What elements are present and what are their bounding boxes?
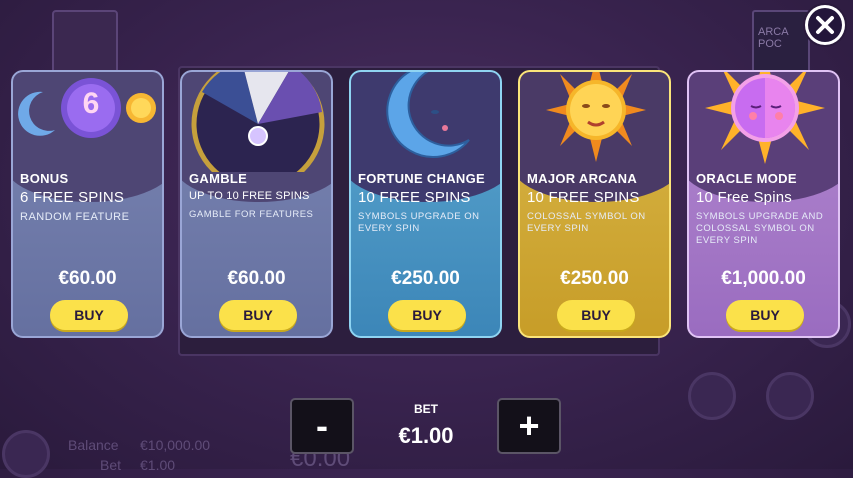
background-bet-label: Bet (100, 457, 122, 473)
decrease-bet-button[interactable]: - (290, 398, 354, 454)
background-house-icon (52, 10, 118, 76)
fortune-change-title: FORTUNE CHANGE (358, 171, 485, 186)
major-arcana-spins: 10 FREE SPINS (527, 189, 640, 206)
bonus-number-token: 6 (82, 87, 100, 120)
gamble-description: GAMBLE FOR FEATURES (189, 209, 314, 220)
background-autoplay-icon (766, 372, 814, 420)
bonus-price: €60.00 (58, 268, 117, 289)
bet-label: BET (414, 402, 438, 416)
background-balance-label: Balance (68, 437, 119, 453)
close-button[interactable] (805, 5, 845, 45)
background-lightning-icon (688, 372, 736, 420)
fortune-change-card: FORTUNE CHANGE 10 FREE SPINS SYMBOLS UPG… (349, 70, 502, 338)
fortune-change-spins: 10 FREE SPINS (358, 189, 471, 206)
gamble-spins: UP TO 10 FREE SPINS (189, 190, 310, 202)
bonus-spins: 6 FREE SPINS (20, 189, 125, 206)
major-arcana-price: €250.00 (560, 268, 629, 289)
oracle-mode-description: SYMBOLS UPGRADE AND COLOSSAL SYMBOL ON E… (696, 211, 824, 246)
major-arcana-buy-button[interactable]: BUY (557, 300, 635, 330)
background-bet-value: €1.00 (140, 457, 176, 473)
background-menu-icon (2, 430, 50, 478)
oracle-mode-spins: 10 Free Spins (696, 189, 792, 206)
increase-bet-button[interactable]: + (497, 398, 561, 454)
bonus-buy-button[interactable]: BUY (50, 300, 128, 330)
gamble-price: €60.00 (227, 268, 286, 289)
close-icon (808, 8, 842, 42)
oracle-mode-card: ORACLE MODE 10 Free Spins SYMBOLS UPGRAD… (687, 70, 840, 338)
gamble-title: GAMBLE (189, 171, 248, 186)
bonus-description: RANDOM FEATURE (20, 211, 130, 223)
gamble-buy-button[interactable]: BUY (219, 300, 297, 330)
major-arcana-card: MAJOR ARCANA 10 FREE SPINS COLOSSAL SYMB… (518, 70, 671, 338)
bet-value: €1.00 (398, 423, 454, 448)
major-arcana-description: COLOSSAL SYMBOL ON EVERY SPIN (527, 211, 646, 234)
fortune-change-price: €250.00 (391, 268, 460, 289)
major-arcana-title: MAJOR ARCANA (527, 171, 638, 186)
fortune-change-buy-button[interactable]: BUY (388, 300, 466, 330)
gamble-card: GAMBLE UP TO 10 FREE SPINS GAMBLE FOR FE… (180, 70, 333, 338)
oracle-mode-title: ORACLE MODE (696, 171, 797, 186)
bonus-title: BONUS (20, 171, 69, 186)
background-title-card: ARCA POC (752, 10, 810, 74)
background-title-card-text: ARCA POC (758, 26, 788, 50)
oracle-mode-price: €1,000.00 (721, 268, 806, 289)
background-balance-value: €10,000.00 (140, 437, 211, 453)
oracle-mode-buy-button[interactable]: BUY (726, 300, 804, 330)
bonus-card: 6 BONUS 6 FREE SPINS RANDOM FEATURE €60.… (11, 70, 164, 338)
fortune-change-description: SYMBOLS UPGRADE ON EVERY SPIN (358, 211, 480, 234)
